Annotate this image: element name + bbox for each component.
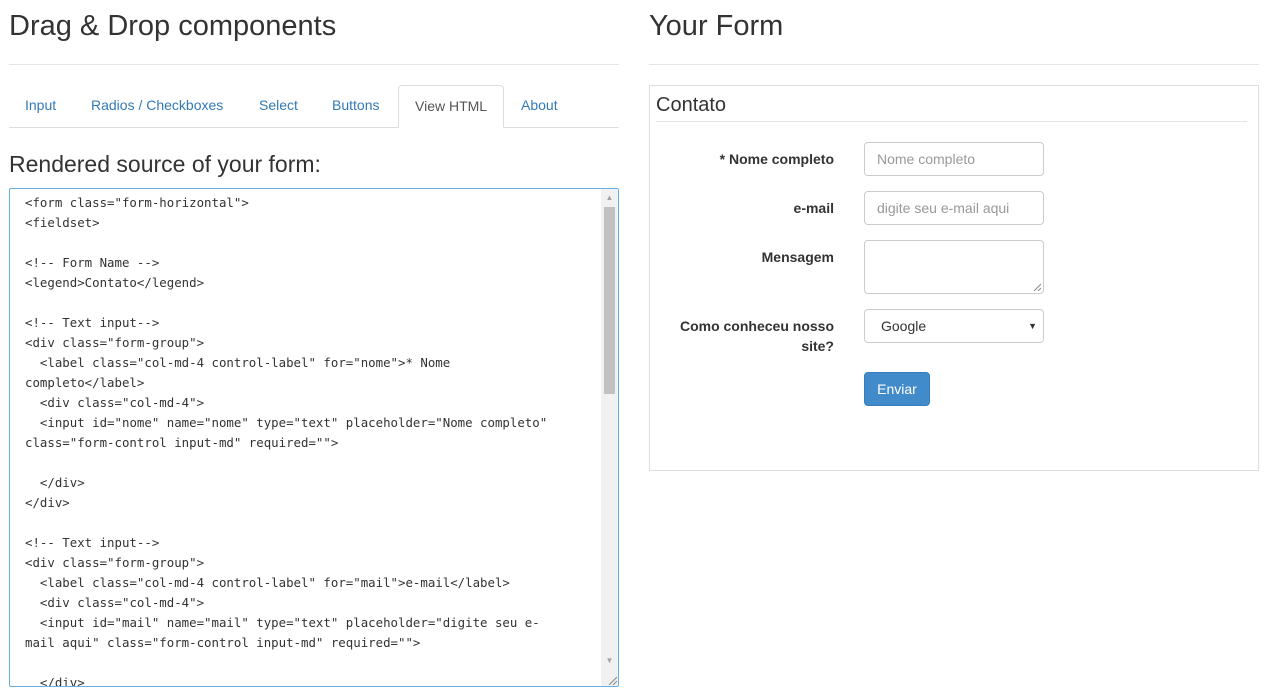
scroll-thumb[interactable]: [604, 207, 615, 394]
tab-buttons[interactable]: Buttons: [316, 85, 395, 126]
como-conheceu-select[interactable]: Google ▼: [864, 309, 1044, 343]
legend-divider: [656, 121, 1247, 122]
title-divider: [649, 64, 1259, 65]
components-title: Drag & Drop components: [9, 10, 337, 42]
como-conheceu-label: Como conheceu nosso site?: [679, 318, 834, 354]
tab-input[interactable]: Input: [9, 85, 72, 126]
form-legend: Contato: [656, 94, 727, 116]
nome-input[interactable]: Nome completo: [864, 142, 1044, 176]
mensagem-label: Mensagem: [761, 249, 834, 265]
tab-radios-checkboxes[interactable]: Radios / Checkboxes: [75, 85, 239, 126]
source-code: <form class="form-horizontal"> <fieldset…: [25, 195, 548, 687]
scroll-down-arrow-icon[interactable]: ▼: [601, 652, 618, 669]
mensagem-textarea[interactable]: [864, 240, 1044, 294]
scroll-up-arrow-icon[interactable]: ▲: [601, 189, 618, 206]
source-scrollbar[interactable]: ▲ ▼: [601, 189, 618, 686]
title-divider: [9, 64, 619, 65]
dropdown-arrow-icon: ▼: [1028, 321, 1037, 331]
resize-handle-icon[interactable]: [1033, 283, 1041, 291]
source-textarea[interactable]: <form class="form-horizontal"> <fieldset…: [9, 188, 619, 687]
resize-handle-icon[interactable]: [607, 675, 617, 685]
email-input[interactable]: digite seu e-mail aqui: [864, 191, 1044, 225]
tab-about[interactable]: About: [505, 85, 574, 126]
form-preview: Contato * Nome completo Nome completo e-…: [649, 85, 1259, 471]
nome-label: * Nome completo: [719, 151, 834, 167]
your-form-title: Your Form: [649, 10, 784, 42]
select-value: Google: [881, 318, 927, 334]
email-label: e-mail: [793, 200, 834, 216]
enviar-button[interactable]: Enviar: [864, 372, 930, 406]
tab-select[interactable]: Select: [243, 85, 314, 126]
component-tabs: Input Radios / Checkboxes Select Buttons…: [9, 85, 619, 128]
rendered-source-heading: Rendered source of your form:: [9, 151, 321, 177]
tab-view-html[interactable]: View HTML: [398, 85, 505, 128]
